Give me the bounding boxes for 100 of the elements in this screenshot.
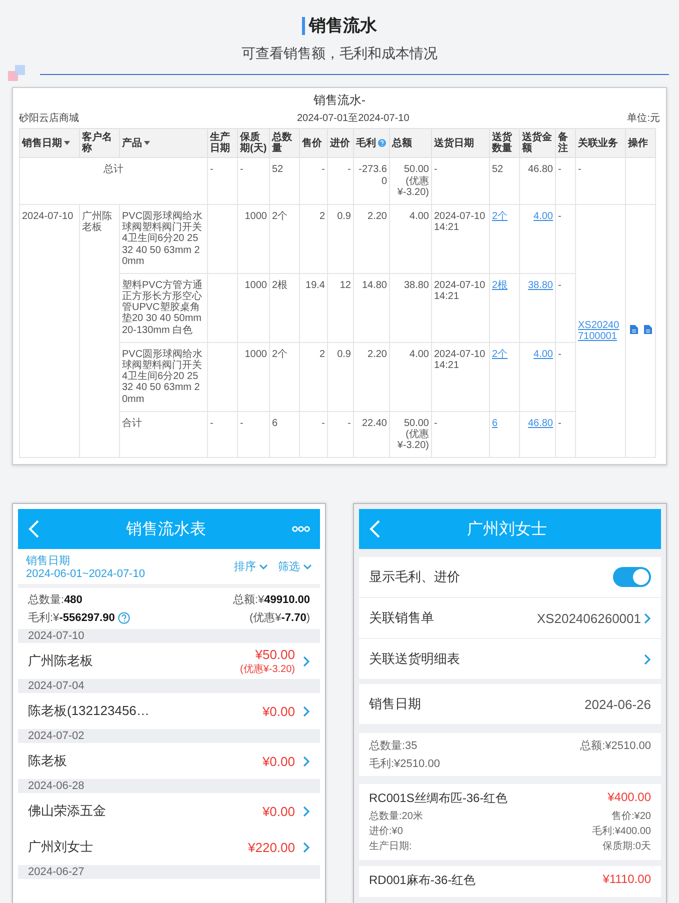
customer-name: 佛山荣添五金 — [28, 802, 107, 820]
product-amount: ¥1110.00 — [602, 872, 651, 888]
column-header: 产品 — [120, 128, 208, 158]
chevron-right-icon — [303, 706, 310, 716]
sale-entry[interactable]: 陈老板 ¥0.00 — [18, 743, 320, 779]
table-cell: 2个 — [270, 204, 300, 274]
table-cell: - — [556, 204, 576, 274]
date-header: 2024-06-27 — [28, 866, 84, 878]
column-header: 送货日期 — [432, 128, 490, 158]
table-cell: 4.00 — [390, 204, 432, 274]
table-cell: 52 — [490, 158, 520, 204]
table-cell: 50.00 (优惠¥-3.20) — [390, 158, 432, 204]
sort-button[interactable]: 排序 — [234, 559, 268, 574]
quantity-link[interactable]: 6 — [492, 418, 498, 429]
sale-entry[interactable]: 广州陈老板 ¥50.00 (优惠¥-3.20) — [18, 643, 320, 679]
total-amount: 总额:¥2510.00 — [580, 738, 651, 753]
column-header: 操作 — [626, 128, 656, 158]
table-cell: 38.80 — [390, 273, 432, 342]
row-label: 关联送货明细表 — [369, 650, 460, 668]
amount-link[interactable]: 38.80 — [528, 280, 553, 291]
chevron-right-icon — [644, 654, 651, 664]
amount-link[interactable]: 4.00 — [534, 210, 553, 222]
table-cell: - — [432, 158, 490, 204]
help-icon[interactable] — [118, 612, 130, 624]
quantity-link[interactable]: 2根 — [492, 280, 508, 291]
date-header: 2024-07-04 — [28, 680, 84, 692]
amount-link[interactable]: 46.80 — [528, 418, 553, 429]
quantity-link[interactable]: 2个 — [492, 348, 508, 360]
sale-entry[interactable]: 广州刘女士 ¥220.00 — [18, 829, 320, 865]
table-cell: 0.9 — [328, 204, 354, 274]
table-cell: 2024-07-10 14:21 — [432, 342, 490, 412]
chevron-right-icon — [303, 842, 310, 852]
date-header: 2024-07-02 — [28, 730, 84, 742]
column-header: 进价 — [328, 128, 354, 158]
quantity-link[interactable]: 2个 — [492, 210, 508, 222]
table-cell: 2.20 — [354, 204, 390, 274]
table-cell: -273.60 — [354, 158, 390, 204]
discount-amount: (优惠¥-3.20) — [240, 662, 295, 676]
table-cell: PVC圆形球阀给水球阀塑料阀门开关4卫生间6分20 25 32 40 50 63mm 20mm — [120, 342, 208, 412]
product-name: RC001S丝绸布匹-36-红色 — [369, 790, 508, 807]
table-cell: 12 — [328, 273, 354, 342]
date-range[interactable]: 2024-06-01~2024-07-10 — [26, 568, 224, 580]
column-header: 售价 — [300, 128, 328, 158]
gross-profit: 毛利:¥-556297.90 — [28, 610, 115, 625]
shop-name: 砂阳云店商城 — [19, 112, 79, 125]
column-header: 保质期(天) — [238, 128, 270, 158]
row-label: 关联销售单 — [369, 609, 434, 627]
more-icon[interactable] — [292, 526, 310, 532]
table-cell: - — [238, 411, 270, 458]
customer-name: 广州刘女士 — [28, 838, 94, 856]
table-cell: - — [300, 411, 328, 458]
table-cell: PVC圆形球阀给水球阀塑料阀门开关4卫生间6分20 25 32 40 50 63mm 20mm — [120, 204, 208, 274]
link-row[interactable]: 关联销售单 XS202406260001 — [359, 598, 661, 639]
date-header: 2024-06-28 — [28, 780, 84, 792]
customer-name: 陈老板 — [28, 752, 68, 770]
toggle-switch[interactable] — [613, 567, 651, 587]
table-cell: 2 — [300, 204, 328, 274]
sale-amount: ¥0.00 — [262, 804, 295, 818]
order-link[interactable]: XS202407100001 — [578, 320, 623, 342]
sale-amount: ¥50.00 — [255, 646, 295, 662]
item-detail: 生产日期: — [369, 840, 412, 854]
discount-total: (优惠¥-7.70) — [249, 610, 310, 625]
total-quantity: 总数量:480 — [28, 593, 82, 607]
table-cell: - — [556, 158, 576, 204]
document-icon[interactable] — [630, 325, 638, 334]
table-cell: 广州陈老板 — [80, 204, 120, 458]
product-name: RD001麻布-36-红色 — [369, 872, 476, 889]
item-detail: 毛利:¥400.00 — [592, 824, 651, 839]
row-value: XS202406260001 — [536, 610, 641, 626]
table-cell: 22.40 — [354, 411, 390, 458]
back-icon[interactable] — [369, 520, 381, 538]
sale-entry[interactable]: 佛山荣添五金 ¥0.00 — [18, 793, 320, 829]
table-cell: - — [328, 158, 354, 204]
link-row[interactable]: 关联送货明细表 — [359, 639, 661, 680]
filter-button[interactable]: 筛选 — [278, 559, 312, 574]
help-icon — [378, 138, 386, 147]
customer-name: 陈老板(132123456… — [28, 702, 150, 720]
table-cell: - — [300, 158, 328, 204]
screen-title: 广州刘女士 — [467, 520, 547, 540]
table-cell: 0.9 — [328, 342, 354, 412]
document-icon[interactable] — [644, 325, 652, 334]
table-cell: 合计 — [120, 411, 208, 458]
column-header: 总额 — [390, 128, 432, 158]
column-header: 总数量 — [270, 128, 300, 158]
amount-link[interactable]: 4.00 — [534, 348, 553, 360]
page-subtitle: 可查看销售额，毛利和成本情况 — [242, 45, 438, 63]
table-cell: 1000 — [238, 204, 270, 274]
column-header: 送货金额 — [520, 128, 556, 158]
date-label: 销售日期 — [26, 554, 71, 568]
sale-amount: ¥0.00 — [262, 704, 295, 718]
squares-icon — [8, 65, 26, 81]
column-header: 生产日期 — [208, 128, 238, 158]
table-cell: - — [208, 158, 238, 204]
back-icon[interactable] — [28, 520, 40, 538]
screen-title: 销售流水表 — [126, 520, 206, 540]
customer-name: 广州陈老板 — [28, 652, 94, 670]
setting-label: 显示毛利、进价 — [369, 568, 460, 586]
sale-entry[interactable]: 陈老板(132123456… ¥0.00 — [18, 693, 320, 729]
table-cell: 2个 — [270, 342, 300, 412]
table-cell: 1000 — [238, 273, 270, 342]
